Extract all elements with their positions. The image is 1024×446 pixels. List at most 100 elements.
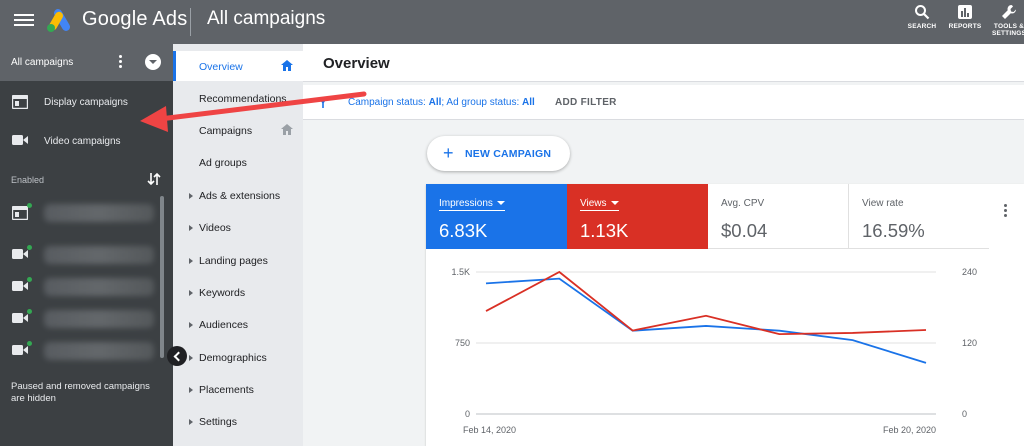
metric-label: View rate	[862, 198, 904, 209]
campaign-name-redacted	[44, 342, 154, 360]
campaign-name-redacted	[44, 246, 154, 264]
nav-item-landing-pages[interactable]: Landing pages	[173, 245, 303, 275]
metric-value: 6.83K	[439, 220, 488, 241]
metric-label: Views	[580, 198, 607, 209]
nav-item-demographics[interactable]: Demographics	[173, 342, 303, 372]
all-campaigns-selector[interactable]: All campaigns	[0, 44, 173, 81]
chevron-down-icon[interactable]	[145, 54, 161, 70]
x-axis-tick-label: Feb 20, 2020	[883, 425, 936, 435]
new-campaign-label: NEW CAMPAIGN	[465, 148, 552, 160]
reports-button[interactable]: REPORTS	[940, 4, 990, 30]
nav-item-label: Keywords	[199, 287, 246, 299]
nav-item-overview[interactable]: Overview	[173, 51, 303, 81]
top-bar: Google Ads All campaigns SEARCH REPORTS …	[0, 0, 1024, 44]
expand-caret-icon	[189, 387, 193, 393]
filter-bar: Campaign status: All; Ad group status: A…	[303, 85, 1024, 120]
campaign-row[interactable]	[0, 302, 173, 334]
expand-caret-icon	[189, 419, 193, 425]
campaign-name-redacted	[44, 310, 154, 328]
display-campaigns-item[interactable]: Display campaigns	[0, 84, 173, 120]
sort-icon[interactable]	[147, 171, 161, 187]
series-line-impressions	[485, 277, 927, 364]
ad-group-status-value: All	[522, 97, 535, 108]
nav-item-settings[interactable]: Settings	[173, 406, 303, 436]
display-campaign-icon	[12, 206, 28, 220]
nav-item-placements[interactable]: Placements	[173, 374, 303, 404]
metric-avg-cpv[interactable]: Avg. CPV $0.04	[708, 184, 849, 249]
right-axis-tick-label: 240	[962, 267, 977, 277]
metric-selector[interactable]: Impressions	[439, 198, 505, 211]
campaign-status-label: Campaign status:	[348, 97, 426, 108]
active-filters[interactable]: Campaign status: All; Ad group status: A…	[348, 97, 535, 108]
expand-caret-icon	[189, 290, 193, 296]
home-icon[interactable]	[281, 60, 293, 71]
expand-caret-icon	[189, 193, 193, 199]
nav-item-keywords[interactable]: Keywords	[173, 277, 303, 307]
ad-group-status-label: ; Ad group status:	[441, 97, 520, 108]
more-vert-icon[interactable]	[1004, 204, 1008, 219]
video-campaign-icon	[12, 281, 28, 291]
performance-card: Impressions 6.83K Views 1.13K Avg. CPV $…	[426, 184, 1024, 446]
metric-value: $0.04	[721, 220, 768, 241]
performance-chart: 0 750 1.5K 0 120 240 Feb 14, 2020 Feb 20, 2020	[451, 267, 977, 435]
metric-label: Impressions	[439, 198, 493, 209]
campaign-row[interactable]	[0, 270, 173, 302]
video-campaign-icon	[12, 313, 28, 323]
nav-item-label: Ad groups	[199, 157, 247, 169]
display-campaign-icon	[12, 95, 28, 109]
metric-views[interactable]: Views 1.13K	[567, 184, 708, 249]
right-axis-tick-label: 120	[962, 338, 977, 348]
campaign-row[interactable]	[0, 238, 173, 270]
campaign-row[interactable]	[0, 334, 173, 366]
metric-impressions[interactable]: Impressions 6.83K	[426, 184, 567, 249]
search-label: SEARCH	[907, 23, 937, 30]
all-campaigns-label: All campaigns	[11, 57, 74, 68]
page-title: All campaigns	[207, 8, 326, 29]
filter-icon[interactable]	[319, 98, 327, 108]
nav-item-ad-groups[interactable]: Ad groups	[173, 147, 303, 177]
expand-caret-icon	[189, 225, 193, 231]
nav-item-campaigns[interactable]: Campaigns	[173, 115, 303, 145]
nav-item-label: Landing pages	[199, 255, 268, 267]
campaign-row[interactable]	[0, 196, 173, 228]
scrollbar[interactable]	[160, 196, 164, 358]
enabled-status-dot	[27, 277, 32, 282]
overview-header: Overview	[303, 44, 1024, 82]
chevron-down-icon	[610, 201, 619, 206]
left-axis-tick-label: 1.5K	[451, 267, 470, 277]
video-campaign-icon	[12, 345, 28, 355]
add-filter-button[interactable]: ADD FILTER	[555, 97, 617, 108]
enabled-status-dot	[27, 341, 32, 346]
nav-item-audiences[interactable]: Audiences	[173, 309, 303, 339]
campaign-status-value: All	[428, 97, 442, 108]
enabled-status-dot	[27, 245, 32, 250]
metric-view-rate[interactable]: View rate 16.59%	[849, 184, 989, 249]
enabled-section-label: Enabled	[11, 175, 45, 185]
wrench-icon	[1002, 5, 1016, 19]
metric-value: 16.59%	[862, 220, 925, 241]
campaign-name-redacted	[44, 204, 154, 222]
campaign-name-redacted	[44, 278, 154, 296]
chevron-down-icon	[496, 201, 505, 206]
hamburger-menu-icon[interactable]	[14, 11, 34, 31]
expand-caret-icon	[189, 322, 193, 328]
google-ads-logo	[47, 9, 70, 32]
nav-item-ads-extensions[interactable]: Ads & extensions	[173, 180, 303, 210]
nav-item-videos[interactable]: Videos	[173, 212, 303, 242]
tools-settings-label: TOOLS & SETTINGS	[991, 23, 1024, 37]
page-menu: Overview Recommendations Campaigns Ad gr…	[173, 44, 303, 446]
metric-selector[interactable]: Views	[580, 198, 619, 211]
nav-item-label: Demographics	[199, 352, 267, 364]
nav-item-recommendations[interactable]: Recommendations	[173, 83, 303, 113]
campaign-tree-panel: All campaigns Display campaigns Video ca…	[0, 44, 173, 446]
left-axis-tick-label: 0	[465, 409, 470, 419]
home-icon[interactable]	[281, 124, 293, 135]
collapse-panel-button[interactable]	[167, 346, 187, 366]
new-campaign-button[interactable]: + NEW CAMPAIGN	[427, 136, 570, 171]
more-vert-icon[interactable]	[119, 55, 123, 71]
brand-name: Google Ads	[82, 8, 188, 30]
video-campaigns-item[interactable]: Video campaigns	[0, 123, 173, 159]
metric-value: 1.13K	[580, 220, 629, 241]
tools-settings-button[interactable]: TOOLS & SETTINGS	[986, 4, 1024, 37]
nav-item-label: Audiences	[199, 319, 249, 331]
